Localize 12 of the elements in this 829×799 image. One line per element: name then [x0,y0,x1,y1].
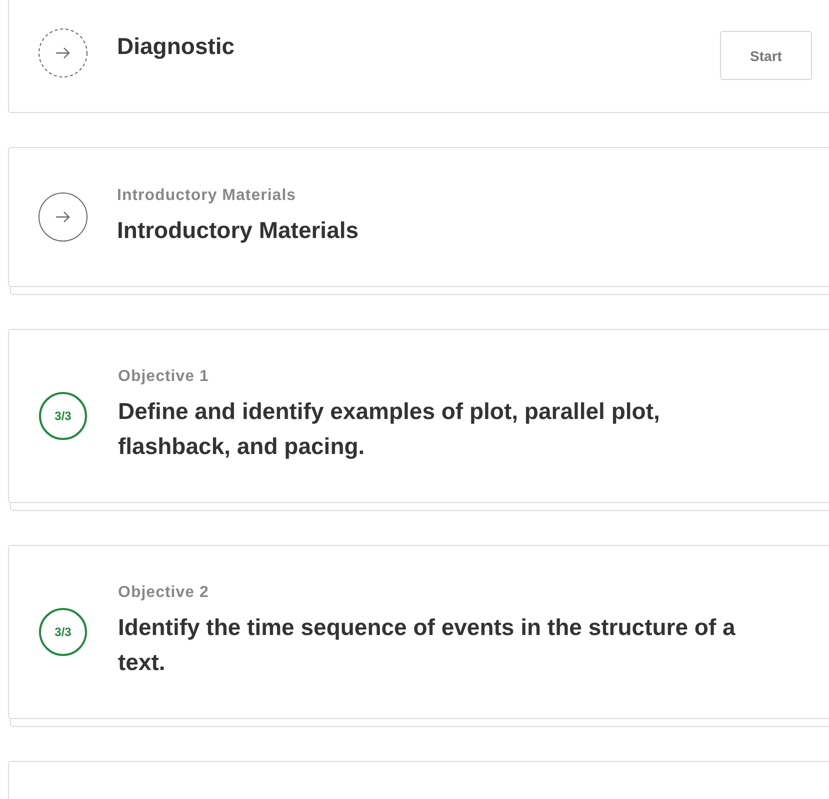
section-title: Define and identify examples of plot, parallel plot, flashback, and pacing. [118,397,661,461]
section-label: Introductory Materials [117,186,298,204]
start-button[interactable]: Start [720,31,812,80]
section-title: Identify the time sequence of events in the structure of a text. [118,613,736,677]
section-label: Objective 2 [118,584,210,602]
score-badge: 3/3 [39,392,87,440]
section-title: Introductory Materials [117,216,360,245]
arrow-circle-icon [38,192,88,242]
section-label: Objective 1 [118,368,210,386]
score-badge: 3/3 [39,608,87,656]
arrow-circle-icon [38,28,88,78]
section-title: Diagnostic [117,32,236,61]
